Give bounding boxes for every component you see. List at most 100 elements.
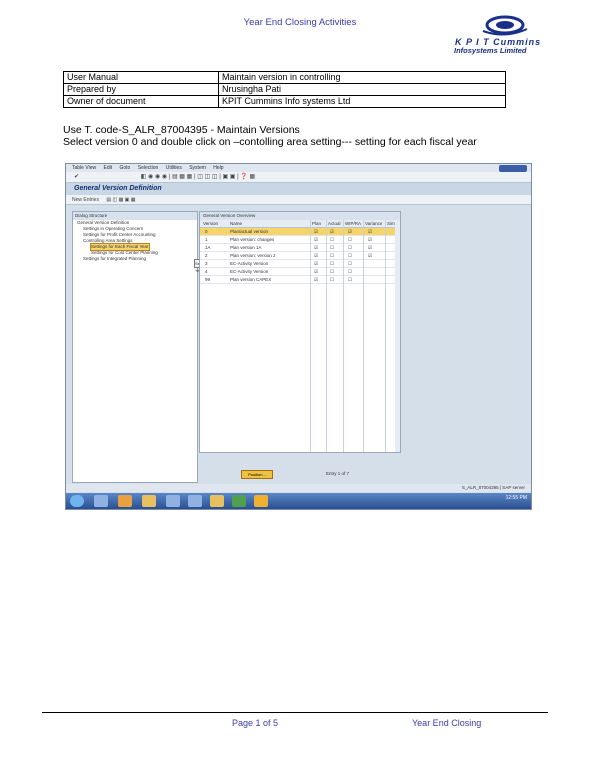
sap-logo-icon [499,165,527,172]
meta-value: KPIT Cummins Info systems Ltd [218,95,506,108]
checkbox-icon[interactable]: ☑ [314,228,318,235]
checkbox-icon[interactable]: ☐ [330,268,334,275]
sap-statusbar: S_ALR_87004395 | SAP server [66,484,531,492]
folder-icon[interactable] [142,495,156,507]
column-divider [310,220,311,452]
checkbox-icon[interactable]: ☑ [368,252,372,259]
checkbox-icon[interactable]: ☐ [330,244,334,251]
menu-item[interactable]: System [189,165,206,171]
meta-row: Owner of document KPIT Cummins Info syst… [63,95,506,108]
system-tray-clock: 12:55 PM [505,495,527,501]
app-toolbar-icons[interactable]: ▤ ◫ ▦ ▣ ▦ [106,197,135,203]
checkbox-icon[interactable]: ☑ [348,228,352,235]
name-cell: Plan version CAPEX [230,277,272,282]
vertical-scrollbar[interactable] [395,220,400,452]
name-cell: Plan version: version 2 [230,253,276,258]
instruction-line1: Use T. code-S_ALR_87004395 - Maintain Ve… [63,124,300,136]
app-icon[interactable] [254,495,268,507]
start-button-icon[interactable] [70,495,84,507]
sap-app-toolbar: New Entries ▤ ◫ ▦ ▣ ▦ [66,195,531,205]
name-cell: EC-Activity Version [230,269,269,274]
footer-divider [42,712,548,713]
excel-icon[interactable] [232,495,246,507]
name-cell: Plan/actual version [230,229,269,234]
menu-item[interactable]: Edit [103,165,112,171]
folder-icon[interactable] [210,495,224,507]
column-header: Sim [387,221,395,226]
checkbox-icon[interactable]: ☑ [314,268,318,275]
logo-line2: Infosystems Limited [454,46,527,55]
checkbox-icon[interactable]: ☑ [314,260,318,267]
checkbox-icon[interactable]: ☑ [314,236,318,243]
table-row[interactable]: 99 Plan version CAPEX ☑ ☐ ☐ [200,276,400,284]
name-cell: EC-Activity Version [230,261,269,266]
menu-item[interactable]: Goto [120,165,131,171]
column-header-row: Version Name Plan Actual WIP/RA Variance… [200,220,400,228]
version-cell: 2 [205,253,208,258]
version-table: General Version Overview Version Name Pl… [199,211,401,453]
checkbox-icon[interactable]: ☐ [330,260,334,267]
checkbox-icon[interactable]: ☑ [368,236,372,243]
position-button[interactable]: Position... [241,470,273,479]
checkbox-icon[interactable]: ☐ [348,268,352,275]
checkbox-icon[interactable]: ☑ [368,244,372,251]
app-icon[interactable] [166,495,180,507]
name-cell: Plan version 1A [230,245,262,250]
ok-check-icon[interactable]: ✔ [74,174,79,180]
menu-item[interactable]: Selection [138,165,159,171]
instruction-line2: Select version 0 and double click on –co… [63,136,477,148]
menu-item[interactable]: Utilities [166,165,182,171]
checkbox-icon[interactable]: ☐ [330,276,334,283]
checkbox-icon[interactable]: ☑ [314,252,318,259]
checkbox-icon[interactable]: ☑ [368,228,372,235]
table-row[interactable]: 3 EC-Activity Version ☑ ☐ ☐ [200,260,400,268]
footer-title: Year End Closing [412,718,482,728]
version-cell: 0 [205,229,208,234]
version-cell: 1A [205,245,211,250]
ie-icon[interactable] [94,495,108,507]
sap-screen-title: General Version Definition [66,183,531,195]
column-divider [363,220,364,452]
checkbox-icon[interactable]: ☐ [330,252,334,259]
windows-taskbar: 12:55 PM [66,493,531,509]
media-icon[interactable] [118,495,132,507]
checkbox-icon[interactable]: ☑ [314,276,318,283]
company-logo: K P I T Cummins Infosystems Limited [445,13,565,55]
menu-item[interactable]: Table View [72,165,96,171]
status-text: S_ALR_87004395 | SAP server [461,485,525,490]
meta-row: Prepared by Nrusingha Pati [63,83,506,96]
tree-item[interactable]: Settings for Integrated Planning [73,256,197,262]
meta-label: Prepared by [63,83,219,96]
menu-item[interactable]: Help [213,165,223,171]
logo-swoosh-icon [482,15,528,36]
column-header: Actual [328,221,341,226]
column-header: WIP/RA [345,221,362,226]
app-icon[interactable] [188,495,202,507]
table-row[interactable]: 0 Plan/actual version ☑ ☑ ☑ ☑ [200,228,400,236]
version-cell: 3 [205,261,208,266]
new-entries-button[interactable]: New Entries [72,197,99,203]
table-row[interactable]: 1 Plan version: changes ☑ ☐ ☐ ☑ [200,236,400,244]
checkbox-icon[interactable]: ☐ [348,276,352,283]
checkbox-icon[interactable]: ☑ [330,228,334,235]
table-row[interactable]: 1A Plan version 1A ☑ ☐ ☐ ☑ [200,244,400,252]
table-row[interactable]: 2 Plan version: version 2 ☑ ☐ ☐ ☑ [200,252,400,260]
table-row[interactable]: 4 EC-Activity Version ☑ ☐ ☐ [200,268,400,276]
checkbox-icon[interactable]: ☐ [348,244,352,251]
checkbox-icon[interactable]: ☑ [314,244,318,251]
version-cell: 1 [205,237,208,242]
version-cell: 99 [205,277,211,282]
checkbox-icon[interactable]: ☐ [330,236,334,243]
sap-standard-toolbar: ✔ ◧ ◉ ◉ ◉ | ▤ ▦ ▦ | ◫ ◫ ◫ | ▣ ▣ | ❓ ▦ [66,172,531,183]
sap-screenshot: Table View Edit Goto Selection Utilities… [65,163,532,510]
toolbar-icons[interactable]: ◧ ◉ ◉ ◉ | ▤ ▦ ▦ | ◫ ◫ ◫ | ▣ ▣ | ❓ ▦ [141,174,255,180]
checkbox-icon[interactable]: ☐ [348,236,352,243]
column-divider [385,220,386,452]
document-meta-table: User Manual Maintain version in controll… [63,71,506,108]
checkbox-icon[interactable]: ☐ [348,260,352,267]
instructions: Use T. code-S_ALR_87004395 - Maintain Ve… [63,124,543,148]
checkbox-icon[interactable]: ☐ [348,252,352,259]
version-cell: 4 [205,269,208,274]
dialog-structure-tree: Dialog Structure General Version Definit… [72,211,198,483]
meta-label: Owner of document [63,95,219,108]
